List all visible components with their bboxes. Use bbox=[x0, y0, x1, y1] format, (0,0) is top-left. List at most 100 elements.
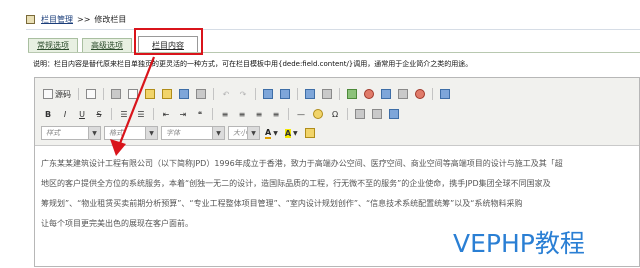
find-button[interactable] bbox=[261, 87, 275, 101]
flash-button[interactable] bbox=[362, 87, 376, 101]
toolbar-separator bbox=[255, 88, 256, 100]
toolbar-separator bbox=[297, 88, 298, 100]
smiley-icon bbox=[313, 109, 323, 119]
watermark-text: VEPHP教程 bbox=[453, 229, 585, 258]
copy-icon bbox=[128, 89, 138, 99]
format-select[interactable]: 格式 ▼ bbox=[104, 126, 158, 140]
cut-icon bbox=[111, 89, 121, 99]
blockquote-button[interactable]: ❝ bbox=[193, 107, 207, 121]
cut-button[interactable] bbox=[109, 87, 123, 101]
editor-content[interactable]: 广东某某建筑设计工程有限公司（以下简称JPD）1996年成立于香港，致力于高端办… bbox=[41, 154, 639, 234]
outdent-button[interactable]: ⇤ bbox=[159, 107, 173, 121]
align-justify-button[interactable]: ≡ bbox=[269, 107, 283, 121]
align-right-button[interactable]: ≡ bbox=[252, 107, 266, 121]
chevron-down-icon: ▼ bbox=[247, 127, 259, 139]
editor-toolbar: 源码 ↶ ↷ B I U S ☰ ☰ ⇤ ⇥ ❝ ≡ ≡ ≡ ≡ — Ω 样式 … bbox=[35, 78, 639, 146]
redo-button[interactable]: ↷ bbox=[236, 87, 250, 101]
background-color-button[interactable]: A ▼ bbox=[283, 126, 300, 140]
table-icon bbox=[381, 89, 391, 99]
toolbar-separator bbox=[103, 88, 104, 100]
undo-button[interactable]: ↶ bbox=[219, 87, 233, 101]
breadcrumb-current: 修改栏目 bbox=[94, 14, 127, 24]
paste-button[interactable] bbox=[143, 87, 157, 101]
horizontal-rule-button[interactable]: — bbox=[294, 107, 308, 121]
unordered-list-button[interactable]: ☰ bbox=[134, 107, 148, 121]
code-button[interactable] bbox=[370, 107, 384, 121]
chevron-down-icon: ▼ bbox=[212, 127, 224, 139]
highlight-box bbox=[134, 28, 203, 55]
bold-button[interactable]: B bbox=[41, 107, 55, 121]
toolbar-row-3: 样式 ▼ 格式 ▼ 字体 ▼ 大小 ▼ A ▼ A ▼ bbox=[41, 125, 317, 141]
breadcrumb-section-link[interactable]: 栏目管理 bbox=[41, 14, 73, 25]
paste-text-icon bbox=[162, 89, 172, 99]
description-text: 说明：栏目内容是替代原来栏目单独页的更灵活的一种方式，可在栏目模板中用{dede… bbox=[33, 60, 473, 68]
emoticon-button[interactable] bbox=[311, 107, 325, 121]
chevron-down-icon: ▼ bbox=[145, 127, 157, 139]
toolbar-separator bbox=[339, 88, 340, 100]
text-color-button[interactable]: A ▼ bbox=[263, 126, 280, 140]
ordered-list-button[interactable]: ☰ bbox=[117, 107, 131, 121]
folder-icon bbox=[26, 14, 35, 24]
indent-button[interactable]: ⇥ bbox=[176, 107, 190, 121]
link-icon bbox=[415, 89, 425, 99]
source-icon bbox=[43, 89, 53, 99]
breadcrumb-divider bbox=[26, 29, 640, 30]
underline-button[interactable]: U bbox=[75, 107, 89, 121]
toolbar-row-2: B I U S ☰ ☰ ⇤ ⇥ ❝ ≡ ≡ ≡ ≡ — Ω bbox=[41, 106, 401, 122]
style-select[interactable]: 样式 ▼ bbox=[41, 126, 101, 140]
link-button[interactable] bbox=[413, 87, 427, 101]
remove-format-icon bbox=[322, 89, 332, 99]
breadcrumb: 栏目管理 >> 修改栏目 bbox=[26, 13, 126, 25]
tab-advanced-options[interactable]: 高级选项 bbox=[82, 38, 132, 52]
toolbar-separator bbox=[213, 88, 214, 100]
paste-text-button[interactable] bbox=[160, 87, 174, 101]
page-break-icon bbox=[355, 109, 365, 119]
print-button[interactable] bbox=[194, 87, 208, 101]
background-color-icon: A bbox=[284, 128, 292, 138]
font-select[interactable]: 字体 ▼ bbox=[161, 126, 225, 140]
format-placeholder: 格式 bbox=[109, 129, 123, 137]
spell-check-icon bbox=[304, 128, 315, 138]
find-icon bbox=[263, 89, 273, 99]
chevron-down-icon: ▼ bbox=[88, 127, 100, 139]
copy-button[interactable] bbox=[126, 87, 140, 101]
font-placeholder: 字体 bbox=[166, 129, 180, 137]
toolbar-separator bbox=[212, 108, 213, 120]
image-button[interactable] bbox=[345, 87, 359, 101]
text-color-icon: A bbox=[265, 127, 272, 139]
remove-format-button[interactable] bbox=[320, 87, 334, 101]
multipage-button[interactable] bbox=[387, 107, 401, 121]
toolbar-separator bbox=[111, 108, 112, 120]
flash-icon bbox=[364, 89, 374, 99]
italic-button[interactable]: I bbox=[58, 107, 72, 121]
source-button[interactable]: 源码 bbox=[41, 87, 73, 101]
size-select[interactable]: 大小 ▼ bbox=[228, 126, 260, 140]
size-placeholder: 大小 bbox=[233, 129, 247, 137]
tab-underline bbox=[28, 52, 640, 53]
replace-button[interactable] bbox=[278, 87, 292, 101]
select-all-button[interactable] bbox=[303, 87, 317, 101]
print-icon bbox=[196, 89, 206, 99]
page-break-button[interactable] bbox=[353, 107, 367, 121]
strikethrough-button[interactable]: S bbox=[92, 107, 106, 121]
tab-bar: 常规选项 高级选项 栏目内容 bbox=[28, 36, 640, 53]
toolbar-separator bbox=[78, 88, 79, 100]
code-icon bbox=[372, 109, 382, 119]
image-icon bbox=[347, 89, 357, 99]
new-page-button[interactable] bbox=[84, 87, 98, 101]
table-button[interactable] bbox=[379, 87, 393, 101]
content-line: 广东某某建筑设计工程有限公司（以下简称JPD）1996年成立于香港，致力于高端办… bbox=[41, 159, 563, 168]
anchor-icon bbox=[398, 89, 408, 99]
settings-button[interactable] bbox=[438, 87, 452, 101]
spell-check-button[interactable] bbox=[303, 126, 317, 140]
select-all-icon bbox=[305, 89, 315, 99]
toolbar-separator bbox=[432, 88, 433, 100]
align-left-button[interactable]: ≡ bbox=[218, 107, 232, 121]
align-center-button[interactable]: ≡ bbox=[235, 107, 249, 121]
replace-icon bbox=[280, 89, 290, 99]
tab-general-options[interactable]: 常规选项 bbox=[28, 38, 78, 52]
special-char-button[interactable]: Ω bbox=[328, 107, 342, 121]
toolbar-separator bbox=[347, 108, 348, 120]
paste-word-button[interactable] bbox=[177, 87, 191, 101]
anchor-button[interactable] bbox=[396, 87, 410, 101]
